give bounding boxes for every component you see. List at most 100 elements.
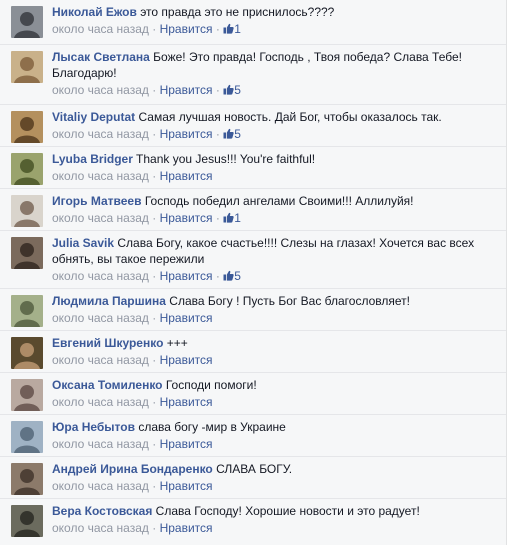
comment-body: Юра Небытов слава богу -мир в Украине око…: [52, 419, 492, 453]
comment-author-link[interactable]: Вера Костовская: [52, 504, 152, 518]
like-button[interactable]: Нравится: [160, 169, 213, 183]
comment-timestamp[interactable]: около часа назад: [52, 521, 149, 535]
separator-dot: ·: [148, 83, 160, 97]
comment-body: Николай Ежов это правда это не приснилос…: [52, 4, 492, 38]
comment-text-line: Игорь Матвеев Господь победил ангелами С…: [52, 193, 492, 209]
comment-item: Андрей Ирина Бондаренко СЛАВА БОГУ. около…: [0, 456, 506, 499]
comment-text: слава богу -мир в Украине: [134, 420, 286, 434]
comment-timestamp[interactable]: около часа назад: [52, 311, 149, 325]
user-avatar[interactable]: [11, 337, 43, 369]
comment-meta: около часа назад · Нравится: [52, 435, 492, 453]
comment-text: Господи помоги!: [162, 378, 257, 392]
separator-dot: ·: [212, 83, 224, 97]
comment-meta: около часа назад · Нравится: [52, 519, 492, 537]
like-count[interactable]: 5: [223, 127, 241, 141]
comment-timestamp[interactable]: около часа назад: [52, 437, 149, 451]
comment-text-line: Оксана Томиленко Господи помоги!: [52, 377, 492, 393]
comment-author-link[interactable]: Людмила Паршина: [52, 294, 166, 308]
comment-timestamp[interactable]: около часа назад: [52, 22, 149, 36]
comment-author-link[interactable]: Lyuba Bridger: [52, 152, 133, 166]
like-count-number: 5: [234, 83, 241, 97]
like-button[interactable]: Нравится: [160, 22, 213, 36]
comment-item: Николай Ежов это правда это не приснилос…: [0, 0, 506, 44]
comment-author-link[interactable]: Евгений Шкуренко: [52, 336, 163, 350]
like-count[interactable]: 1: [223, 22, 241, 36]
like-button[interactable]: Нравится: [160, 311, 213, 325]
comment-meta: около часа назад · Нравится: [52, 309, 492, 327]
thumbs-up-icon: [223, 83, 234, 97]
comment-timestamp[interactable]: около часа назад: [52, 395, 149, 409]
user-avatar[interactable]: [11, 505, 43, 537]
comment-timestamp[interactable]: около часа назад: [52, 269, 149, 283]
user-avatar[interactable]: [11, 237, 43, 269]
like-button[interactable]: Нравится: [160, 211, 213, 225]
like-button[interactable]: Нравится: [160, 521, 213, 535]
comment-text: это правда это не приснилось????: [136, 5, 335, 19]
comment-item: Lyuba Bridger Thank you Jesus!!! You're …: [0, 146, 506, 189]
user-avatar[interactable]: [11, 463, 43, 495]
comment-text-line: Lyuba Bridger Thank you Jesus!!! You're …: [52, 151, 492, 167]
comment-author-link[interactable]: Юра Небытов: [52, 420, 135, 434]
user-avatar[interactable]: [11, 379, 43, 411]
like-button[interactable]: Нравится: [160, 395, 213, 409]
like-button[interactable]: Нравится: [160, 353, 213, 367]
comment-text-line: Julia Savik Слава Богу, какое счастье!!!…: [52, 235, 492, 267]
comment-text-line: Николай Ежов это правда это не приснилос…: [52, 4, 492, 20]
comment-text-line: Вера Костовская Слава Господу! Хорошие н…: [52, 503, 492, 519]
comment-timestamp[interactable]: около часа назад: [52, 169, 149, 183]
thumbs-up-icon: [223, 127, 234, 141]
comment-meta: около часа назад · Нравится · 5: [52, 125, 492, 143]
comment-author-link[interactable]: Лысак Светлана: [52, 50, 150, 64]
comment-author-link[interactable]: Андрей Ирина Бондаренко: [52, 462, 213, 476]
comment-text-line: Евгений Шкуренко +++: [52, 335, 492, 351]
comment-body: Евгений Шкуренко +++ около часа назад · Н…: [52, 335, 492, 369]
like-button[interactable]: Нравится: [160, 83, 213, 97]
comment-timestamp[interactable]: около часа назад: [52, 211, 149, 225]
comment-timestamp[interactable]: около часа назад: [52, 127, 149, 141]
comment-body: Vitaliy Deputat Самая лучшая новость. Да…: [52, 109, 492, 143]
user-avatar[interactable]: [11, 295, 43, 327]
like-count[interactable]: 1: [223, 211, 241, 225]
like-count-number: 5: [234, 269, 241, 283]
separator-dot: ·: [212, 211, 224, 225]
comments-panel: Николай Ежов это правда это не приснилос…: [0, 0, 507, 545]
comment-timestamp[interactable]: около часа назад: [52, 479, 149, 493]
comment-timestamp[interactable]: около часа назад: [52, 353, 149, 367]
comment-meta: около часа назад · Нравится: [52, 477, 492, 495]
separator-dot: ·: [212, 22, 224, 36]
comment-author-link[interactable]: Игорь Матвеев: [52, 194, 141, 208]
comment-item: Оксана Томиленко Господи помоги! около ча…: [0, 372, 506, 415]
comment-item: Вера Костовская Слава Господу! Хорошие н…: [0, 498, 506, 546]
comment-timestamp[interactable]: около часа назад: [52, 83, 149, 97]
separator-dot: ·: [148, 169, 160, 183]
separator-dot: ·: [148, 395, 160, 409]
like-button[interactable]: Нравится: [160, 479, 213, 493]
separator-dot: ·: [148, 311, 160, 325]
like-count[interactable]: 5: [223, 83, 241, 97]
comment-text-line: Людмила Паршина Слава Богу ! Пусть Бог В…: [52, 293, 492, 309]
comment-text-line: Vitaliy Deputat Самая лучшая новость. Да…: [52, 109, 492, 125]
user-avatar[interactable]: [11, 6, 43, 38]
like-button[interactable]: Нравится: [160, 269, 213, 283]
user-avatar[interactable]: [11, 111, 43, 143]
comment-text: Слава Богу, какое счастье!!!! Слезы на г…: [52, 236, 475, 266]
comment-text: Господь победил ангелами Своими!!! Аллил…: [141, 194, 414, 208]
comment-author-link[interactable]: Vitaliy Deputat: [52, 110, 135, 124]
comment-author-link[interactable]: Николай Ежов: [52, 5, 137, 19]
like-button[interactable]: Нравится: [160, 437, 213, 451]
user-avatar[interactable]: [11, 195, 43, 227]
user-avatar[interactable]: [11, 153, 43, 185]
comment-meta: около часа назад · Нравится · 1: [52, 209, 492, 227]
like-count-number: 5: [234, 127, 241, 141]
comment-meta: около часа назад · Нравится · 1: [52, 20, 492, 38]
thumbs-up-icon: [223, 211, 234, 225]
like-button[interactable]: Нравится: [160, 127, 213, 141]
user-avatar[interactable]: [11, 421, 43, 453]
user-avatar[interactable]: [11, 51, 43, 83]
comment-author-link[interactable]: Оксана Томиленко: [52, 378, 163, 392]
like-count[interactable]: 5: [223, 269, 241, 283]
comment-author-link[interactable]: Julia Savik: [52, 236, 114, 250]
comment-meta: около часа назад · Нравится: [52, 393, 492, 411]
comment-body: Лысак Светлана Боже! Это правда! Господь…: [52, 49, 492, 99]
comment-item: Vitaliy Deputat Самая лучшая новость. Да…: [0, 104, 506, 147]
